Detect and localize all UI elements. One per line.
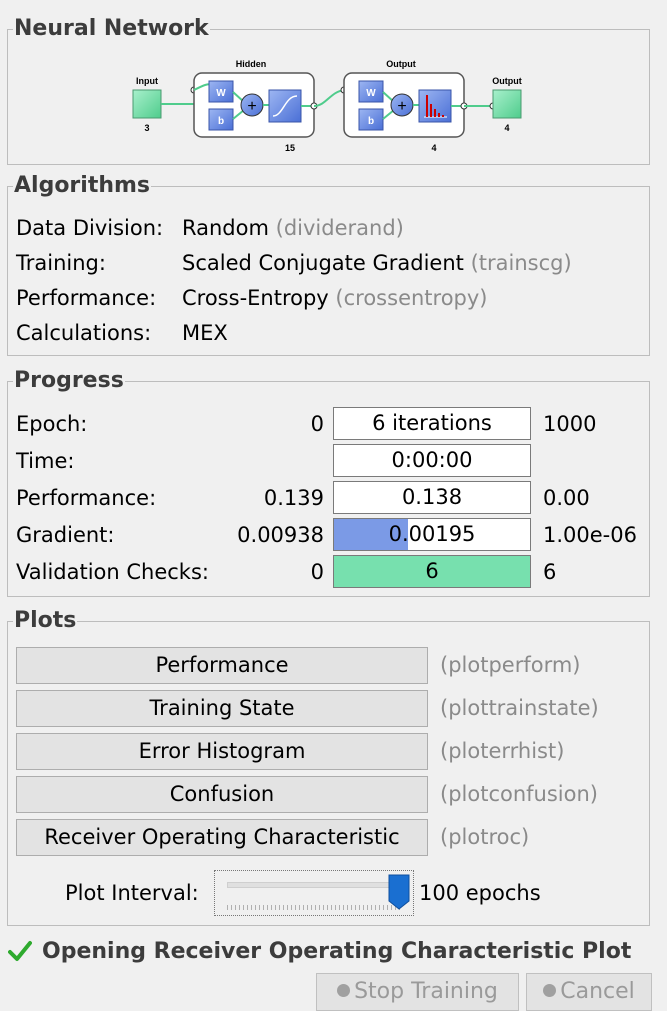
algorithm-function: (dividerand) bbox=[275, 216, 404, 240]
progress-start-value: 0 bbox=[310, 412, 324, 436]
plot-confusion-button[interactable]: Confusion bbox=[16, 776, 428, 813]
input-node bbox=[132, 89, 162, 119]
progress-end-value: 1000 bbox=[543, 412, 597, 436]
slider-ticks bbox=[227, 905, 401, 910]
plot-function-label: (plotroc) bbox=[440, 825, 530, 849]
plot-performance-button[interactable]: Performance bbox=[16, 647, 428, 684]
algorithms-title: Algorithms bbox=[13, 171, 152, 201]
algorithms-panel: Algorithms Data Division: Random (divide… bbox=[7, 171, 650, 356]
algorithm-name: MEX bbox=[182, 321, 228, 345]
input-size: 3 bbox=[144, 123, 149, 133]
cancel-button[interactable]: Cancel bbox=[526, 973, 652, 1011]
progress-label: Performance: bbox=[16, 486, 157, 510]
cancel-icon bbox=[543, 983, 557, 997]
algorithm-label: Performance: bbox=[16, 286, 157, 310]
progress-end-value: 0.00 bbox=[543, 486, 590, 510]
validation-progress-bar: 6 bbox=[333, 555, 531, 588]
algorithm-label: Data Division: bbox=[16, 216, 164, 240]
hidden-label: Hidden bbox=[236, 59, 267, 69]
hidden-sum-symbol: + bbox=[247, 98, 256, 115]
algorithm-name: Scaled Conjugate Gradient bbox=[182, 251, 464, 275]
network-diagram: Input 3 Hidden W b + 15 Output W b + 4 O… bbox=[132, 59, 522, 153]
gradient-progress-bar: 0.00195 bbox=[333, 518, 531, 551]
input-label: Input bbox=[136, 76, 158, 86]
progress-label: Epoch: bbox=[16, 412, 88, 436]
plot-function-label: (plottrainstate) bbox=[440, 696, 599, 720]
progress-start-value: 0.00938 bbox=[237, 523, 324, 547]
progress-current-value: 0.00195 bbox=[388, 522, 476, 546]
plot-function-label: (plotconfusion) bbox=[440, 782, 598, 806]
plot-interval-value: 100 epochs bbox=[419, 881, 541, 905]
output-weight-label: W bbox=[366, 88, 376, 99]
hidden-bias-label: b bbox=[218, 116, 224, 127]
plot-error-histogram-button[interactable]: Error Histogram bbox=[16, 733, 428, 770]
epoch-progress-bar: 6 iterations bbox=[333, 407, 531, 440]
progress-start-value: 0 bbox=[310, 560, 324, 584]
algorithm-value: Random (dividerand) bbox=[182, 213, 404, 243]
plot-training-state-button[interactable]: Training State bbox=[16, 690, 428, 727]
progress-label: Time: bbox=[16, 449, 75, 473]
plots-panel: Plots Performance (plotperform) Training… bbox=[7, 606, 650, 926]
output-label: Output bbox=[492, 76, 522, 86]
plot-interval-label: Plot Interval: bbox=[65, 881, 199, 905]
algorithm-value: Scaled Conjugate Gradient (trainscg) bbox=[182, 248, 572, 278]
progress-panel: Progress Epoch: 0 6 iterations 1000 Time… bbox=[7, 366, 650, 597]
progress-current-value: 0:00:00 bbox=[391, 448, 473, 472]
output-size: 4 bbox=[504, 123, 509, 133]
progress-label: Gradient: bbox=[16, 523, 115, 547]
stop-training-label: Stop Training bbox=[354, 979, 498, 1004]
output-bias-label: b bbox=[368, 116, 374, 127]
algorithm-name: Cross-Entropy bbox=[182, 286, 329, 310]
algorithm-function: (crossentropy) bbox=[335, 286, 488, 310]
time-progress-bar: 0:00:00 bbox=[333, 444, 531, 477]
plots-title: Plots bbox=[13, 606, 78, 636]
output-layer-size: 4 bbox=[431, 143, 436, 153]
output-sum-symbol: + bbox=[397, 98, 406, 115]
algorithm-value: MEX bbox=[182, 318, 228, 348]
performance-progress-bar: 0.138 bbox=[333, 481, 531, 514]
neural-network-panel: Neural Network Input 3 Hidden W b + 15 O… bbox=[7, 14, 650, 165]
algorithm-label: Training: bbox=[16, 251, 106, 275]
progress-current-value: 0.138 bbox=[401, 485, 463, 509]
progress-label: Validation Checks: bbox=[16, 560, 209, 584]
hidden-weight-label: W bbox=[216, 88, 226, 99]
cancel-label: Cancel bbox=[560, 979, 635, 1004]
progress-end-value: 6 bbox=[543, 560, 557, 584]
progress-start-value: 0.139 bbox=[263, 486, 324, 510]
progress-end-value: 1.00e-06 bbox=[543, 523, 637, 547]
progress-current-value: 6 bbox=[425, 559, 439, 583]
checkmark-icon bbox=[8, 940, 32, 966]
algorithm-value: Cross-Entropy (crossentropy) bbox=[182, 283, 488, 313]
stop-icon bbox=[337, 983, 351, 997]
algorithm-label: Calculations: bbox=[16, 321, 152, 345]
stop-training-button[interactable]: Stop Training bbox=[316, 973, 519, 1011]
output-layer-label: Output bbox=[386, 59, 416, 69]
algorithm-function: (trainscg) bbox=[470, 251, 572, 275]
plot-roc-button[interactable]: Receiver Operating Characteristic bbox=[16, 819, 428, 856]
plot-interval-slider[interactable] bbox=[214, 870, 414, 916]
progress-title: Progress bbox=[13, 366, 125, 396]
status-message: Opening Receiver Operating Characteristi… bbox=[42, 939, 632, 964]
hidden-size: 15 bbox=[285, 143, 295, 153]
progress-current-value: 6 iterations bbox=[372, 411, 492, 435]
slider-track bbox=[227, 882, 401, 888]
plot-function-label: (plotperform) bbox=[440, 653, 581, 677]
algorithm-name: Random bbox=[182, 216, 269, 240]
plot-function-label: (ploterrhist) bbox=[440, 739, 565, 763]
output-node bbox=[492, 89, 522, 119]
slider-thumb[interactable] bbox=[388, 874, 410, 910]
